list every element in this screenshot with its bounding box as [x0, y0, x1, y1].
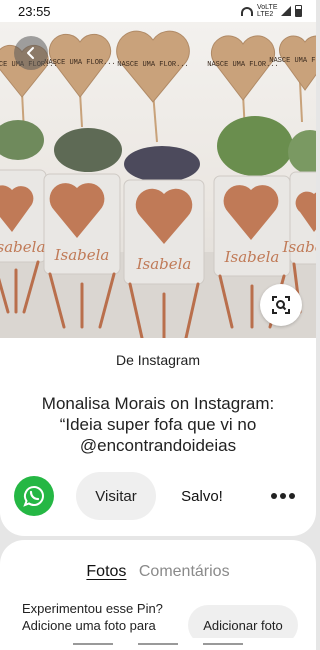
- nav-home-icon[interactable]: [137, 643, 178, 645]
- pot-name: Isabela: [54, 246, 110, 264]
- more-dot-icon: [280, 493, 286, 499]
- tab-comments[interactable]: Comentários: [139, 563, 230, 580]
- tag-label: NASCE UMA FLOR...: [269, 57, 316, 65]
- chevron-left-icon: [27, 47, 34, 59]
- photos-comments-sheet: Fotos Comentários Experimentou esse Pin?…: [0, 540, 316, 650]
- status-bar: 23:55 VoLTE LTE2: [0, 0, 316, 22]
- pot-name: Isabela: [224, 248, 280, 266]
- tag-label: NASCE UMA FLOR...: [207, 61, 278, 69]
- tab-photos[interactable]: Fotos: [86, 563, 126, 580]
- battery-icon: [295, 5, 302, 17]
- saved-button[interactable]: Salvo!: [172, 472, 232, 520]
- source-label[interactable]: De Instagram: [0, 352, 316, 368]
- pot-name: Isabela: [282, 238, 316, 256]
- more-dot-icon: [271, 493, 277, 499]
- pin-image[interactable]: NASCE UMA FLOR... NASCE UMA FLOR... NASC…: [0, 22, 316, 338]
- more-options-button[interactable]: [266, 482, 300, 510]
- nav-recents-icon[interactable]: [72, 643, 113, 645]
- wifi-icon: [241, 6, 253, 16]
- network-label: VoLTE LTE2: [257, 4, 278, 18]
- visit-button[interactable]: Visitar: [76, 472, 156, 520]
- tabs: Fotos Comentários: [0, 563, 316, 581]
- whatsapp-share-button[interactable]: [14, 476, 54, 516]
- tried-pin-prompt: Experimentou esse Pin? Adicione uma foto…: [22, 601, 163, 633]
- more-dot-icon: [289, 493, 295, 499]
- tag-label: NASCE UMA FLOR...: [44, 59, 115, 67]
- pot-name: Isabela: [0, 238, 45, 256]
- visual-search-button[interactable]: [260, 284, 302, 326]
- back-button[interactable]: [14, 36, 48, 70]
- pin-title: Monalisa Morais on Instagram: “Ideia sup…: [41, 394, 275, 455]
- system-nav-bar: [0, 638, 316, 650]
- status-time: 23:55: [18, 3, 51, 19]
- signal-icon: [281, 6, 291, 16]
- tag-label: NASCE UMA FLOR...: [117, 61, 188, 69]
- status-icons: VoLTE LTE2: [241, 4, 302, 18]
- lens-icon: [272, 296, 290, 314]
- pot-name: Isabela: [136, 255, 192, 273]
- nav-back-icon[interactable]: [203, 643, 244, 645]
- action-row: Visitar Salvo!: [0, 472, 316, 520]
- whatsapp-icon: [23, 485, 44, 507]
